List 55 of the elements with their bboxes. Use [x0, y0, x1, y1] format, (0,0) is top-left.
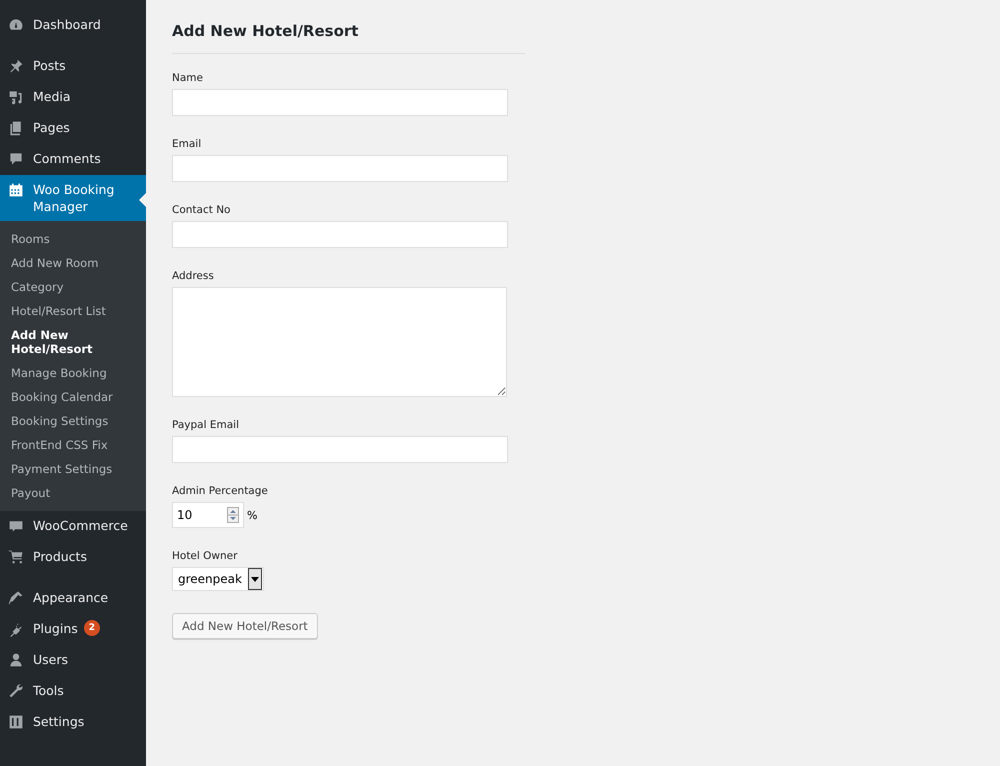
sidebar-item[interactable]: Dashboard [0, 10, 146, 41]
submenu-item[interactable]: Rooms [0, 227, 146, 251]
spinner-icon [227, 507, 239, 523]
cart-icon [8, 549, 24, 565]
owner-dropdown[interactable]: greenpeak [172, 567, 264, 591]
field-label: Paypal Email [172, 419, 240, 431]
pages-icon [8, 120, 24, 136]
text-area[interactable] [172, 287, 507, 397]
sidebar-item[interactable]: Woo Booking Manager [0, 175, 146, 221]
update-count-badge: 2 [84, 620, 100, 636]
user-icon [8, 652, 24, 668]
field-label: Contact No [172, 204, 232, 216]
submenu-item[interactable]: Booking Settings [0, 409, 146, 433]
submenu-item[interactable]: Booking Calendar [0, 385, 146, 409]
text-field[interactable] [172, 89, 508, 116]
submenu-item[interactable]: Add New Room [0, 251, 146, 275]
submit-button[interactable]: Add New Hotel/Resort [172, 613, 318, 639]
number-field[interactable]: 10 [172, 502, 244, 528]
field-label: Admin Percentage [172, 485, 269, 497]
comment-icon [8, 151, 24, 167]
field-label: Name [172, 72, 204, 84]
submenu-item[interactable]: Hotel/Resort List [0, 299, 146, 323]
sidebar-item[interactable]: Settings [0, 707, 146, 738]
dashboard-icon [8, 17, 24, 33]
page-title: Add New Hotel/Resort [172, 22, 525, 54]
submenu-item[interactable]: Payout [0, 481, 146, 505]
submenu-item[interactable]: FrontEnd CSS Fix [0, 433, 146, 457]
media-icon [8, 89, 24, 105]
text-field[interactable] [172, 155, 508, 182]
percent-sign: % [247, 508, 258, 522]
sidebar-item[interactable]: Users [0, 645, 146, 676]
brush-icon [8, 590, 24, 606]
sidebar-item[interactable]: Posts [0, 51, 146, 82]
sidebar-item[interactable]: Plugins 2 [0, 614, 146, 645]
sidebar-item[interactable]: WooCommerce [0, 511, 146, 542]
sidebar-item[interactable]: Pages [0, 113, 146, 144]
calendar-icon [8, 182, 24, 198]
sidebar-item[interactable]: Media [0, 82, 146, 113]
current-page-pointer [139, 193, 146, 207]
plug-icon [8, 621, 24, 637]
text-field[interactable] [172, 436, 508, 463]
sidebar-item[interactable]: Comments [0, 144, 146, 175]
field-label: Email [172, 138, 202, 150]
field-label: Address [172, 270, 215, 282]
submenu-item[interactable]: Category [0, 275, 146, 299]
submenu-item[interactable]: Payment Settings [0, 457, 146, 481]
submenu-item[interactable]: Manage Booking [0, 361, 146, 385]
wrench-icon [8, 683, 24, 699]
sidebar-item[interactable]: Products [0, 542, 146, 573]
sidebar-item[interactable]: Tools [0, 676, 146, 707]
sidebar-item[interactable]: Appearance [0, 583, 146, 614]
submenu-item[interactable]: Add New Hotel/Resort [0, 323, 146, 361]
pin-icon [8, 58, 24, 74]
text-field[interactable] [172, 221, 508, 248]
field-label: Hotel Owner [172, 550, 238, 562]
